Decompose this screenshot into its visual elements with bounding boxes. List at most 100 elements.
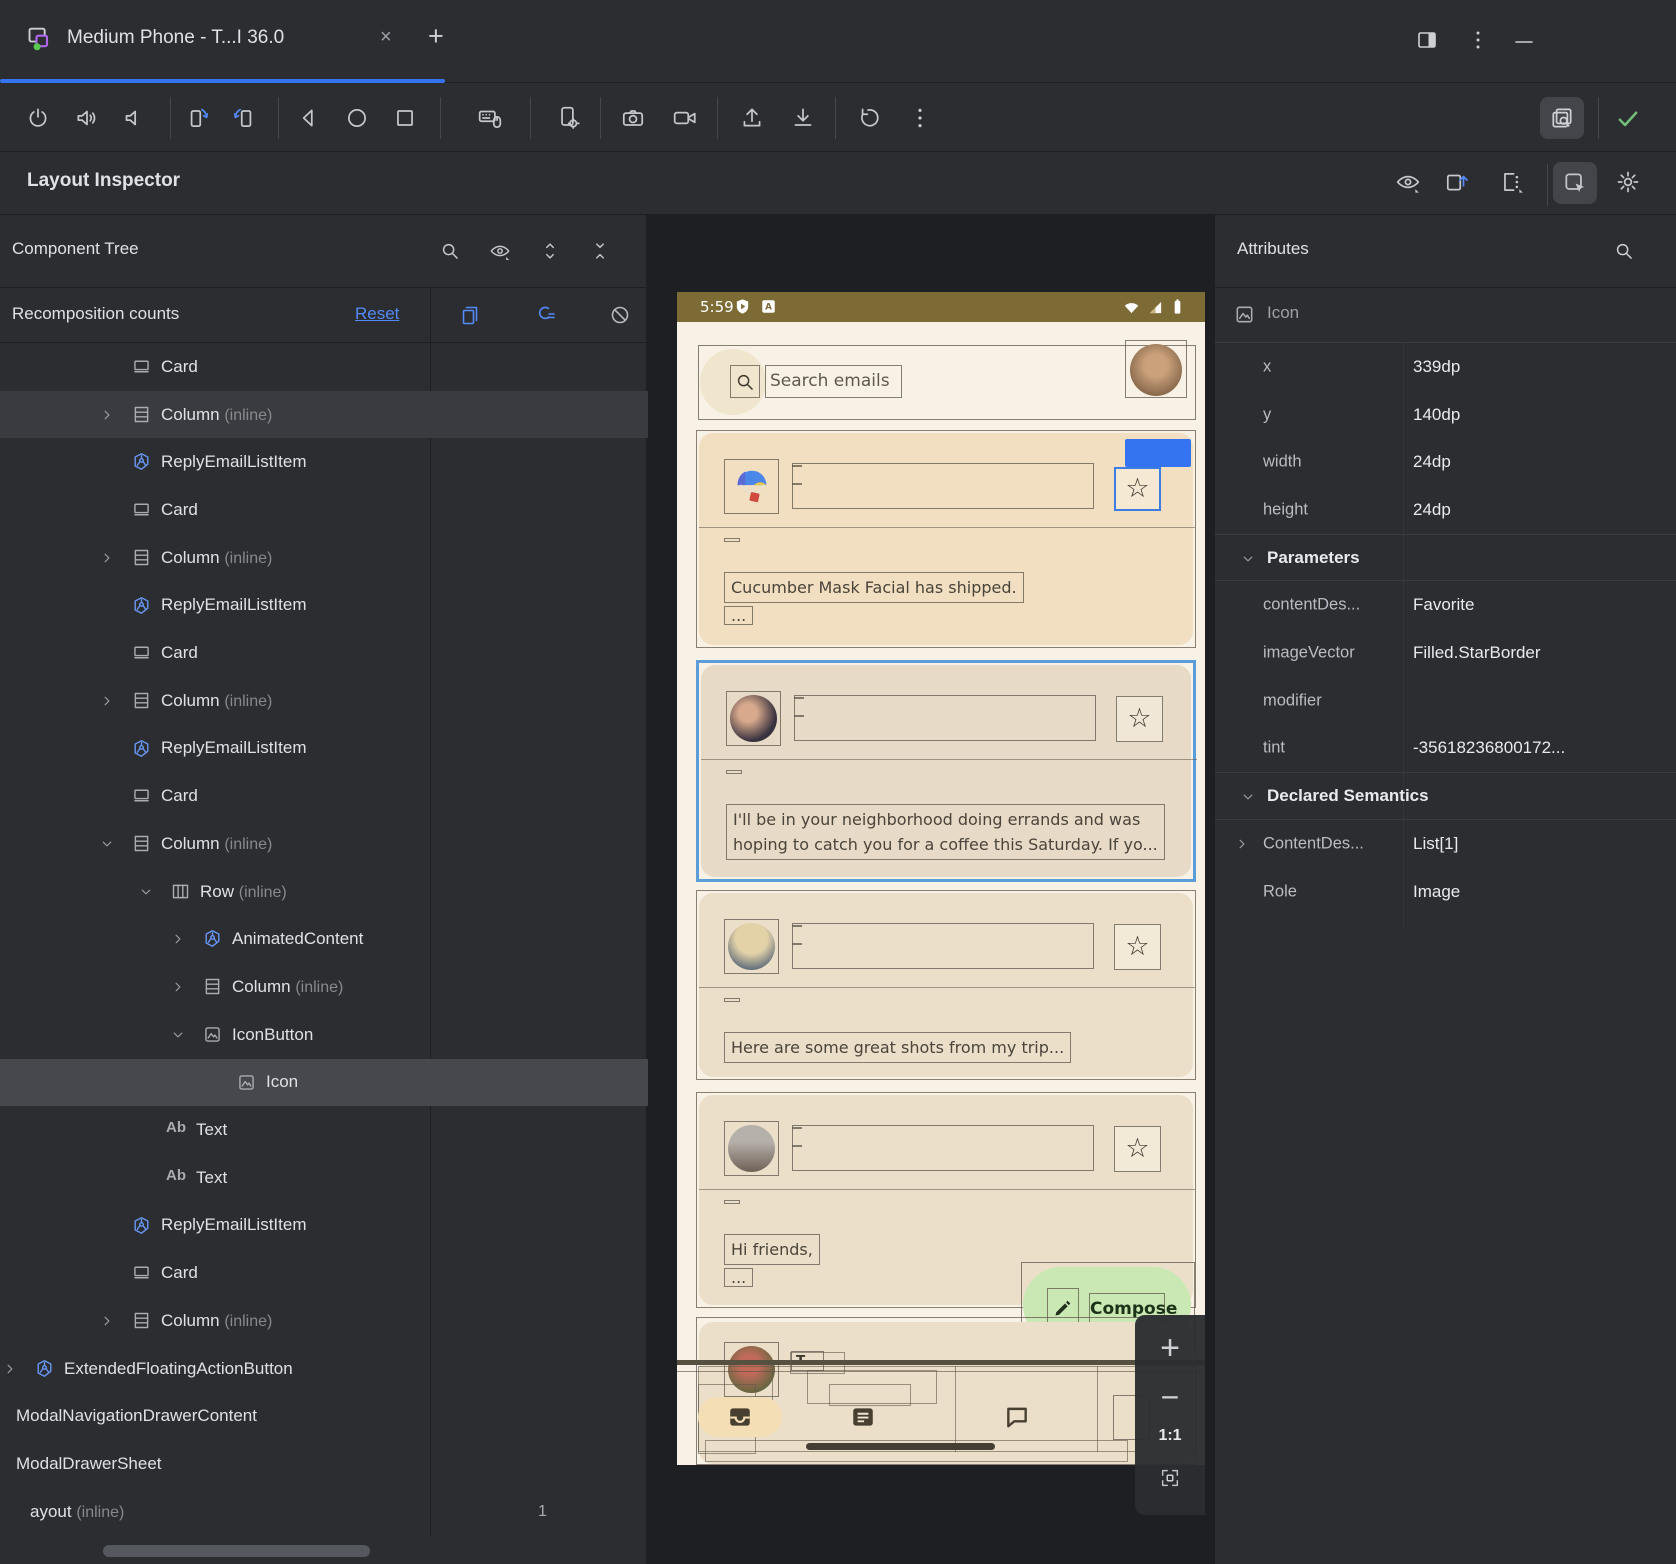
volume-down-icon[interactable] bbox=[120, 105, 146, 131]
keyboard-mouse-icon[interactable] bbox=[477, 105, 503, 131]
tree-row-replyemaillistitem[interactable]: ReplyEmailListItem bbox=[0, 725, 648, 773]
minimize-icon[interactable] bbox=[1512, 30, 1536, 54]
tree-row-card[interactable]: Card bbox=[0, 629, 648, 677]
collapse-all-icon[interactable] bbox=[589, 240, 611, 262]
inbox-icon[interactable] bbox=[727, 1404, 753, 1434]
recomposition-counts-icon[interactable] bbox=[458, 303, 482, 327]
attr-section-declared-semantics[interactable]: Declared Semantics bbox=[1215, 772, 1676, 820]
attr-row-contentdes-[interactable]: ContentDes...List[1] bbox=[1215, 820, 1676, 868]
chevron-down-icon[interactable] bbox=[169, 1026, 186, 1043]
recomposition-highlight-icon[interactable] bbox=[533, 303, 557, 327]
rotate-right-icon[interactable] bbox=[232, 105, 258, 131]
star-icon[interactable]: ☆ bbox=[1114, 467, 1161, 511]
chevron-right-icon[interactable] bbox=[1, 1360, 18, 1377]
chevron-right-icon[interactable] bbox=[98, 549, 115, 566]
email-card-allison[interactable]: ☆Here are some great shots from my trip.… bbox=[696, 890, 1196, 1080]
tree-row-column[interactable]: Column (inline) bbox=[0, 963, 648, 1011]
more-vert-icon[interactable] bbox=[1466, 28, 1490, 52]
fit-screen-icon[interactable] bbox=[1135, 1467, 1205, 1489]
download-icon[interactable] bbox=[790, 105, 816, 131]
screenshot-camera-icon[interactable] bbox=[620, 105, 646, 131]
tree-row-iconbutton[interactable]: IconButton bbox=[0, 1011, 648, 1059]
star-icon[interactable]: ☆ bbox=[1116, 696, 1163, 742]
tree-row-card[interactable]: Card bbox=[0, 343, 648, 391]
tree-row-modalnavigationdrawercontent[interactable]: ModalNavigationDrawerContent bbox=[0, 1392, 648, 1440]
email-card-ali[interactable]: ☆I'll be in your neighborhood doing erra… bbox=[696, 660, 1196, 882]
tree-row-card[interactable]: Card bbox=[0, 1249, 648, 1297]
tree-row-modaldrawersheet[interactable]: ModalDrawerSheet bbox=[0, 1440, 648, 1488]
screen-record-icon[interactable] bbox=[672, 105, 698, 131]
chevron-right-icon[interactable] bbox=[98, 406, 115, 423]
layout-inspector-snapshot-button[interactable] bbox=[1540, 97, 1584, 139]
chat-icon[interactable] bbox=[1004, 1404, 1030, 1434]
rotate-left-icon[interactable] bbox=[184, 105, 210, 131]
tree-row-animatedcontent[interactable]: AnimatedContent bbox=[0, 915, 648, 963]
tree-row-column[interactable]: Column (inline) bbox=[0, 677, 648, 725]
overview-icon[interactable] bbox=[392, 105, 418, 131]
chevron-right-icon[interactable] bbox=[98, 1312, 115, 1329]
search-icon[interactable] bbox=[1613, 240, 1635, 262]
tree-row-text[interactable]: AbText bbox=[0, 1154, 648, 1202]
search-icon[interactable] bbox=[439, 240, 461, 262]
reset-link[interactable]: Reset bbox=[355, 304, 399, 324]
visibility-eye-icon[interactable] bbox=[489, 240, 511, 262]
sender-name bbox=[792, 1127, 802, 1129]
device-settings-icon[interactable] bbox=[555, 105, 581, 131]
pick-element-icon[interactable] bbox=[1553, 162, 1597, 204]
zoom-out-button[interactable]: − bbox=[1135, 1379, 1205, 1416]
horizontal-scrollbar[interactable] bbox=[103, 1545, 370, 1557]
tree-row-replyemaillistitem[interactable]: ReplyEmailListItem bbox=[0, 582, 648, 630]
chevron-down-icon[interactable] bbox=[98, 835, 115, 852]
search-icon[interactable] bbox=[730, 365, 760, 398]
attr-section-parameters[interactable]: Parameters bbox=[1215, 534, 1676, 582]
settings-gear-icon[interactable] bbox=[1615, 169, 1641, 195]
volume-up-icon[interactable] bbox=[74, 105, 100, 131]
tree-row-icon[interactable]: Icon bbox=[0, 1059, 648, 1107]
upload-icon[interactable] bbox=[739, 105, 765, 131]
tree-row-column[interactable]: Column (inline) bbox=[0, 391, 648, 439]
chevron-right-icon[interactable] bbox=[169, 978, 186, 995]
tree-row-card[interactable]: Card bbox=[0, 486, 648, 534]
layers-tree-icon[interactable] bbox=[1499, 169, 1525, 195]
tree-row-card[interactable]: Card bbox=[0, 772, 648, 820]
chevron-right-icon[interactable] bbox=[98, 692, 115, 709]
tree-row-text[interactable]: AbText bbox=[0, 1106, 648, 1154]
chevron-down-icon[interactable] bbox=[137, 883, 154, 900]
chevron-right-icon[interactable] bbox=[1233, 835, 1250, 852]
star-icon[interactable]: ☆ bbox=[1114, 1126, 1161, 1172]
close-tab-icon[interactable]: × bbox=[380, 26, 392, 49]
tree-row-replyemaillistitem[interactable]: ReplyEmailListItem bbox=[0, 1202, 648, 1250]
articles-icon[interactable] bbox=[850, 1404, 876, 1434]
email-card-google[interactable]: ☆Cucumber Mask Facial has shipped.... bbox=[696, 430, 1196, 648]
tree-row-ayout[interactable]: ayout (inline)1 bbox=[0, 1488, 648, 1536]
search-input[interactable]: Search emails bbox=[765, 365, 902, 398]
restart-icon[interactable] bbox=[855, 105, 881, 131]
device-screenshot[interactable]: 5:59 A bbox=[677, 292, 1205, 1465]
export-snapshot-icon[interactable] bbox=[1444, 169, 1470, 195]
expand-all-icon[interactable] bbox=[539, 240, 561, 262]
tree-row-column[interactable]: Column (inline) bbox=[0, 1297, 648, 1345]
profile-avatar-box[interactable] bbox=[1125, 340, 1187, 398]
visibility-eye-icon[interactable] bbox=[1395, 169, 1421, 195]
more-vert-icon[interactable] bbox=[907, 105, 933, 131]
sender-time bbox=[792, 483, 802, 485]
device-tab[interactable]: Medium Phone - T...I 36.0 bbox=[67, 27, 284, 49]
chevron-down-icon[interactable] bbox=[1239, 550, 1256, 567]
sender-avatar-box bbox=[724, 1121, 779, 1176]
tree-row-column[interactable]: Column (inline) bbox=[0, 820, 648, 868]
tree-row-replyemaillistitem[interactable]: ReplyEmailListItem bbox=[0, 438, 648, 486]
tree-row-column[interactable]: Column (inline) bbox=[0, 534, 648, 582]
tree-row-extendedfloatingactionbutton[interactable]: ExtendedFloatingActionButton bbox=[0, 1345, 648, 1393]
power-icon[interactable] bbox=[25, 105, 51, 131]
star-icon[interactable]: ☆ bbox=[1114, 924, 1161, 970]
zoom-in-button[interactable]: + bbox=[1135, 1329, 1205, 1368]
zoom-ratio-button[interactable]: 1:1 bbox=[1135, 1427, 1205, 1445]
chevron-right-icon[interactable] bbox=[169, 930, 186, 947]
layout-toggle-icon[interactable] bbox=[1415, 28, 1439, 52]
chevron-down-icon[interactable] bbox=[1239, 788, 1256, 805]
no-recomposition-icon[interactable] bbox=[608, 303, 632, 327]
new-tab-button[interactable]: + bbox=[428, 21, 444, 52]
back-icon[interactable] bbox=[295, 105, 321, 131]
tree-row-row[interactable]: Row (inline) bbox=[0, 868, 648, 916]
home-icon[interactable] bbox=[344, 105, 370, 131]
